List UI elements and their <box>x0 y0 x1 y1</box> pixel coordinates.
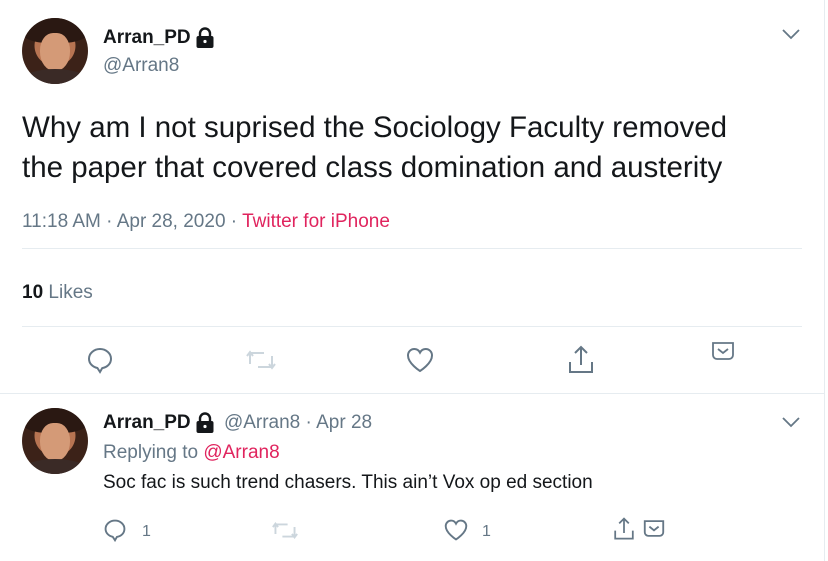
like-count: 1 <box>482 523 491 540</box>
author-avatar[interactable] <box>22 18 88 84</box>
retweet-icon <box>272 521 298 540</box>
lock-icon <box>196 27 214 48</box>
tweet-thread: Arran_PD @Arran8 Why am I not suprised t… <box>0 0 825 561</box>
reply-author-handle[interactable]: @Arran8 <box>224 412 300 433</box>
author-name-text[interactable]: Arran_PD <box>103 27 191 48</box>
bookmark-icon[interactable] <box>642 518 666 539</box>
likes-label: Likes <box>48 282 93 303</box>
share-icon[interactable] <box>612 516 636 542</box>
divider <box>22 248 802 249</box>
tweet-timestamp[interactable]: 11:18 AM · Apr 28, 2020 <box>22 211 226 232</box>
tweet-text-line-2: the paper that covered class domination … <box>22 151 723 184</box>
reply-icon[interactable] <box>103 518 127 542</box>
replying-to: Replying to @Arran8 <box>103 442 280 464</box>
replying-to-handle[interactable]: @Arran8 <box>203 442 279 463</box>
tweet-meta: 11:18 AM · Apr 28, 2020 · Twitter for iP… <box>22 211 390 233</box>
reply-icon[interactable] <box>86 346 114 374</box>
retweet-icon <box>246 350 276 370</box>
heart-icon[interactable] <box>405 346 435 374</box>
author-handle[interactable]: @Arran8 <box>103 55 179 77</box>
reply-author-avatar[interactable] <box>22 408 88 474</box>
reply-date[interactable]: · Apr 28 <box>306 412 373 433</box>
bookmark-icon[interactable] <box>710 340 736 362</box>
likes-stat[interactable]: 10 Likes <box>22 282 93 304</box>
tweet-source[interactable]: Twitter for iPhone <box>242 211 390 232</box>
chevron-down-icon[interactable] <box>780 414 802 430</box>
likes-count: 10 <box>22 282 44 303</box>
reply-count: 1 <box>142 523 151 540</box>
reply-author-name[interactable]: Arran_PD <box>103 412 191 433</box>
chevron-down-icon[interactable] <box>780 26 802 42</box>
author-name[interactable]: Arran_PD <box>103 27 215 49</box>
divider <box>22 326 802 327</box>
heart-icon[interactable] <box>443 518 469 542</box>
tweet-text-line-1: Why am I not suprised the Sociology Facu… <box>22 111 728 144</box>
reply-author-line: Arran_PD @Arran8 · Apr 28 <box>103 412 372 434</box>
tweet-text: Why am I not suprised the Sociology Facu… <box>22 108 802 188</box>
replying-to-label: Replying to <box>103 442 199 463</box>
share-icon[interactable] <box>566 344 596 376</box>
meta-separator: · <box>225 211 243 232</box>
reply-text: Soc fac is such trend chasers. This ain’… <box>103 472 593 493</box>
lock-icon <box>196 412 214 433</box>
divider <box>0 393 824 394</box>
